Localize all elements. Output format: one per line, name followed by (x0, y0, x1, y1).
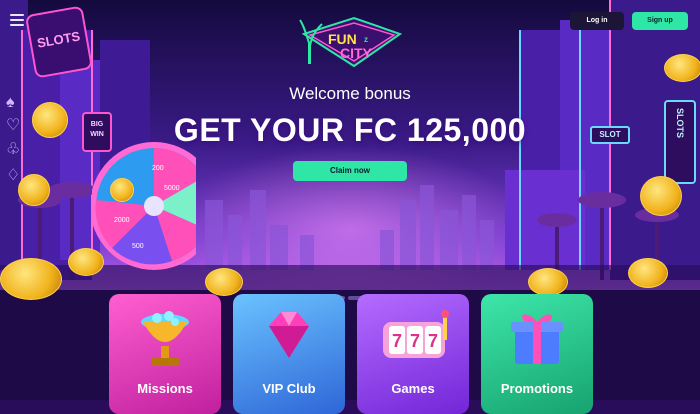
coin-icon (110, 178, 134, 202)
coin-icon (528, 268, 568, 296)
logo-word-city: CITY (340, 45, 373, 61)
wheel-value-5: 500 (132, 243, 144, 250)
category-card-vip-club[interactable]: VIP Club (233, 294, 345, 414)
card-label-promotions: Promotions (500, 381, 574, 396)
card-label-missions: Missions (137, 381, 193, 396)
fun-city-logo[interactable]: FUN z CITY (296, 14, 404, 70)
category-card-promotions[interactable]: Promotions (481, 294, 593, 414)
login-button[interactable]: Log in (570, 12, 624, 30)
diamond-icon (269, 312, 309, 358)
signup-button[interactable]: Sign up (632, 12, 688, 30)
category-card-missions[interactable]: Missions (109, 294, 221, 414)
logo-badge-z: z (364, 35, 368, 44)
coin-icon (68, 248, 104, 276)
welcome-bonus-subtitle: Welcome bonus (289, 84, 411, 103)
fortune-wheel: 200 5000 2000 200 500 (92, 142, 196, 270)
card-label-vip-club: VIP Club (262, 381, 316, 396)
coin-icon (664, 54, 700, 82)
card-label-games: Games (391, 381, 435, 396)
coin-icon (628, 258, 668, 288)
wheel-value-2: 5000 (164, 185, 180, 192)
svg-text:7: 7 (428, 331, 438, 351)
coin-icon (205, 268, 243, 296)
wheel-value-1: 200 (152, 165, 164, 172)
slot-reels-icon: 7 7 7 (383, 310, 449, 358)
bonus-headline: GET YOUR FC 125,000 (173, 112, 527, 148)
category-card-games[interactable]: 7 7 7 Games (357, 294, 469, 414)
coin-icon (18, 174, 50, 206)
carousel-indicator[interactable] (282, 287, 418, 300)
gift-icon (511, 314, 563, 364)
claim-now-button[interactable]: Claim now (293, 161, 407, 181)
wheel-value-3: 2000 (114, 217, 130, 224)
coin-icon (640, 176, 682, 216)
svg-text:7: 7 (392, 331, 402, 351)
svg-text:7: 7 (410, 331, 420, 351)
trophy-icon (141, 311, 189, 366)
hamburger-menu-icon[interactable] (10, 14, 24, 26)
coin-icon (0, 258, 62, 300)
logo-badge: FUN z CITY (299, 16, 403, 68)
